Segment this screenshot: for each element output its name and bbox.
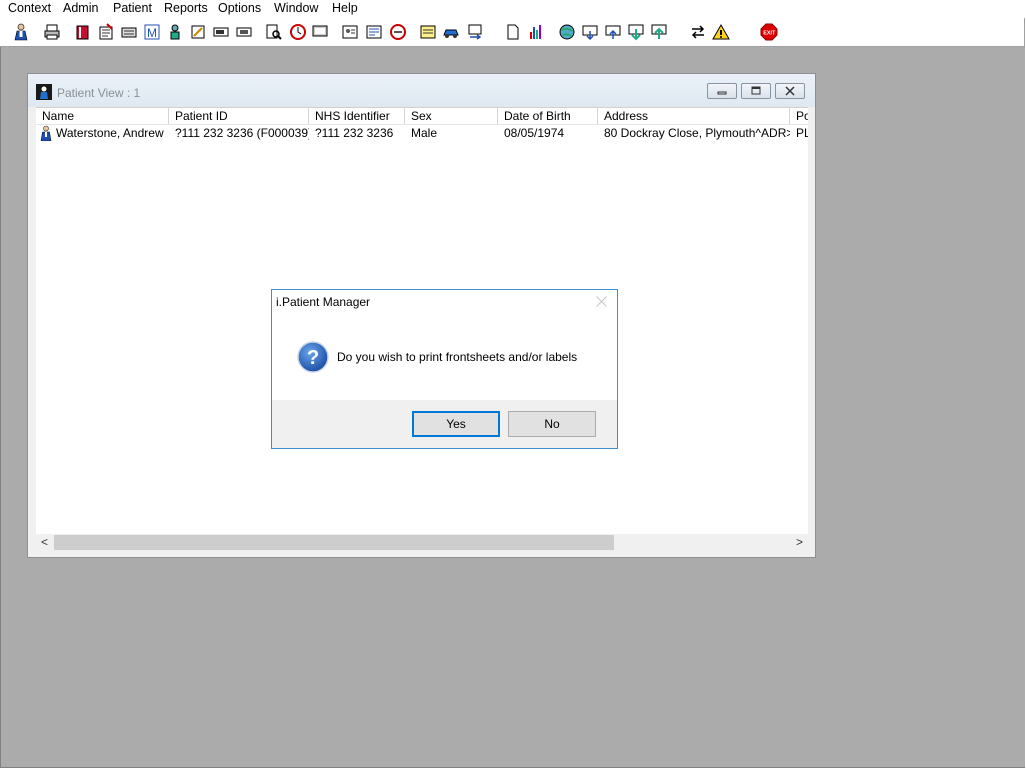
upload-icon[interactable] — [650, 23, 668, 41]
cell-patient-id: ?111 232 3236 (F000039) — [175, 126, 309, 140]
column-header-date-of-birth[interactable]: Date of Birth — [498, 108, 598, 124]
table-row[interactable]: Waterstone, Andrew ?111 232 3236 (F00003… — [36, 125, 808, 142]
menu-context[interactable]: Context — [8, 1, 51, 15]
globe-icon[interactable] — [558, 23, 576, 41]
svg-text:?: ? — [307, 347, 319, 369]
close-icon[interactable] — [596, 296, 607, 307]
list-header: Name Patient ID NHS Identifier Sex Date … — [36, 108, 808, 125]
scroll-left-icon[interactable]: < — [36, 534, 53, 551]
swap-icon[interactable] — [689, 23, 707, 41]
print-icon[interactable] — [43, 23, 61, 41]
scroll-right-icon[interactable]: > — [791, 534, 808, 551]
column-header-patient-id[interactable]: Patient ID — [169, 108, 309, 124]
outbox-icon[interactable] — [604, 23, 622, 41]
no-entry-icon[interactable] — [389, 23, 407, 41]
warning-icon[interactable] — [712, 23, 730, 41]
menu-admin[interactable]: Admin — [63, 1, 98, 15]
chart-icon[interactable] — [527, 23, 545, 41]
column-header-postcode[interactable]: Po — [790, 108, 808, 124]
flag-icon[interactable] — [212, 23, 230, 41]
confirm-dialog: i.Patient Manager ? Do you wish to print… — [271, 289, 618, 449]
svg-text:EXIT: EXIT — [763, 31, 776, 37]
no-button[interactable]: No — [508, 411, 596, 437]
column-header-address[interactable]: Address — [598, 108, 790, 124]
question-icon: ? — [297, 341, 329, 373]
clock-icon[interactable] — [289, 23, 307, 41]
monitor-icon[interactable] — [311, 23, 329, 41]
minimize-icon — [717, 91, 727, 95]
dialog-button-bar: Yes No — [272, 400, 617, 448]
transfer-icon[interactable] — [466, 23, 484, 41]
edit-icon[interactable] — [189, 23, 207, 41]
scrollbar-thumb[interactable] — [54, 535, 614, 550]
cell-postcode: PL — [796, 126, 808, 140]
book-icon[interactable] — [74, 23, 92, 41]
svg-text:M: M — [147, 26, 157, 40]
user-icon[interactable] — [12, 23, 30, 41]
yes-button[interactable]: Yes — [412, 411, 500, 437]
cell-name: Waterstone, Andrew — [56, 126, 164, 140]
window-titlebar[interactable]: Patient View : 1 — [28, 74, 815, 107]
maximize-button[interactable] — [741, 83, 771, 99]
menu-help[interactable]: Help — [332, 1, 358, 15]
toolbar: M EXIT — [0, 18, 1025, 47]
menu-window[interactable]: Window — [274, 1, 318, 15]
nurse-icon[interactable] — [166, 23, 184, 41]
maximize-icon — [751, 86, 761, 95]
m-icon[interactable]: M — [143, 23, 161, 41]
minimize-button[interactable] — [707, 83, 737, 99]
cell-nhs-identifier: ?111 232 3236 — [315, 126, 394, 140]
form-icon[interactable] — [365, 23, 383, 41]
cell-address: 80 Dockray Close, Plymouth^ADR>> — [604, 126, 790, 140]
menu-bar: Context Admin Patient Reports Options Wi… — [0, 0, 1026, 18]
notepad-icon[interactable] — [97, 23, 115, 41]
note-icon[interactable] — [419, 23, 437, 41]
dialog-message: Do you wish to print frontsheets and/or … — [337, 350, 578, 364]
patient-view-icon — [36, 84, 52, 100]
close-icon — [785, 86, 795, 96]
scanner-icon[interactable] — [120, 23, 138, 41]
search-doc-icon[interactable] — [265, 23, 283, 41]
car-icon[interactable] — [442, 23, 460, 41]
flag2-icon[interactable] — [235, 23, 253, 41]
download-icon[interactable] — [627, 23, 645, 41]
menu-options[interactable]: Options — [218, 1, 261, 15]
cell-date-of-birth: 08/05/1974 — [504, 126, 565, 140]
cell-sex: Male — [411, 126, 438, 140]
horizontal-scrollbar[interactable]: < > — [36, 534, 808, 551]
window-title: Patient View : 1 — [57, 86, 141, 100]
exit-icon[interactable]: EXIT — [760, 23, 778, 41]
close-button[interactable] — [775, 83, 805, 99]
inbox-icon[interactable] — [581, 23, 599, 41]
column-header-sex[interactable]: Sex — [405, 108, 498, 124]
menu-patient[interactable]: Patient — [113, 1, 152, 15]
column-header-name[interactable]: Name — [36, 108, 169, 124]
patient-card-icon[interactable] — [341, 23, 359, 41]
column-header-nhs-identifier[interactable]: NHS Identifier — [309, 108, 405, 124]
document-icon[interactable] — [504, 23, 522, 41]
menu-reports[interactable]: Reports — [164, 1, 208, 15]
dialog-title: i.Patient Manager — [276, 295, 371, 309]
